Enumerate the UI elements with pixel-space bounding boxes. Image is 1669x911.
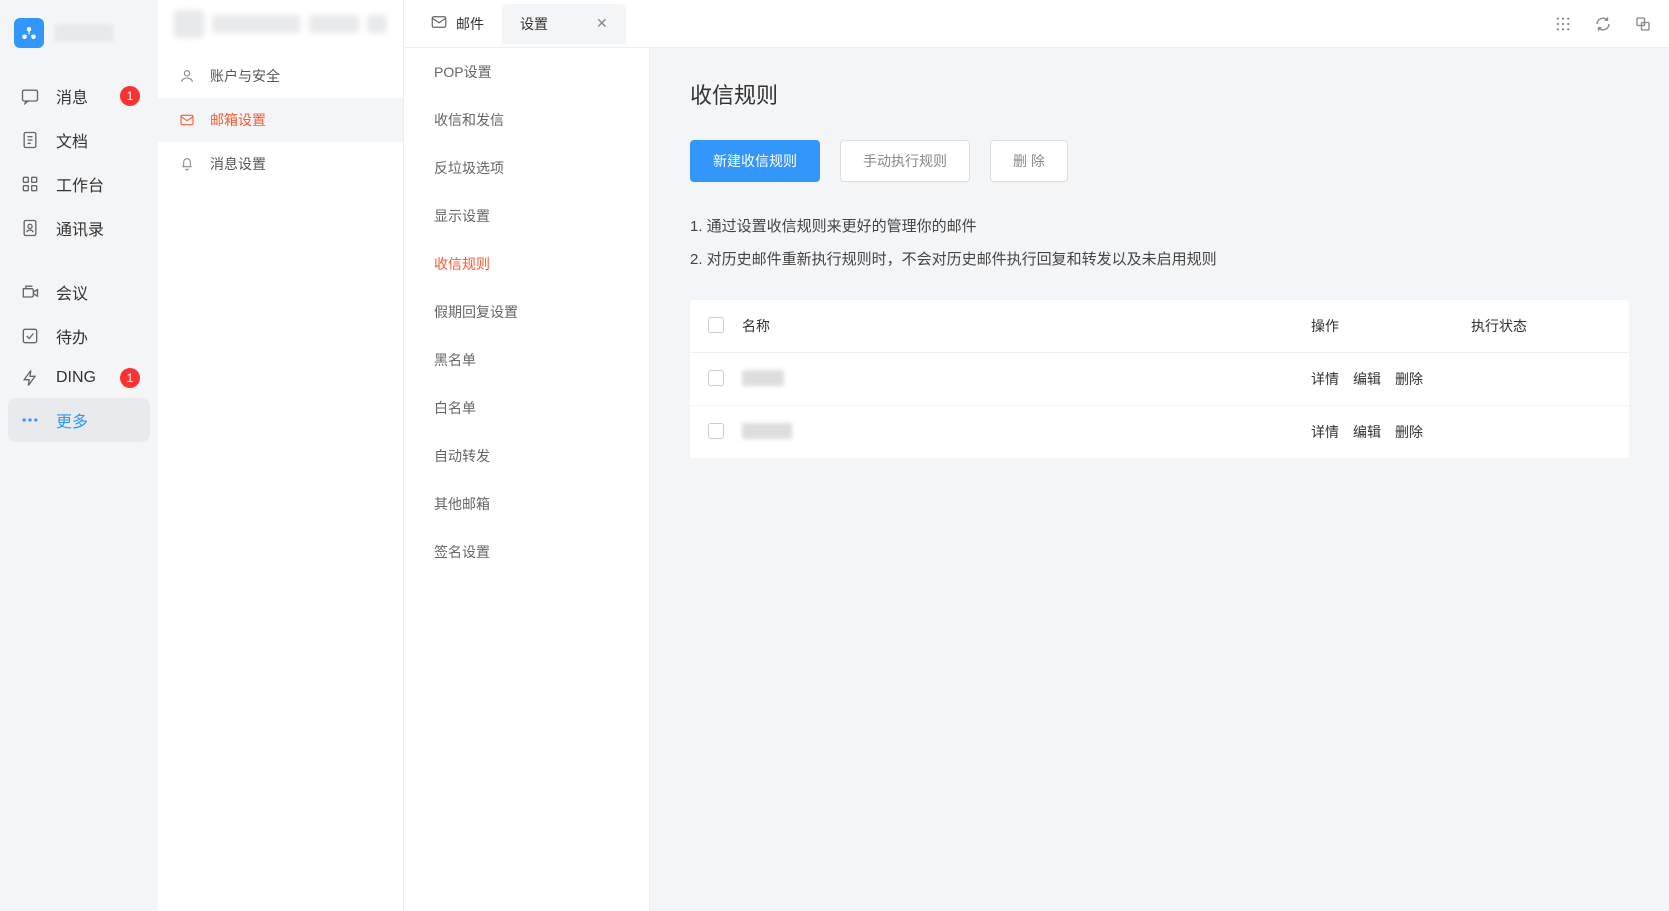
settings-nav: 账户与安全 邮箱设置 消息设置 xyxy=(158,0,404,911)
rule-name xyxy=(742,370,1311,389)
more-icon xyxy=(20,410,40,430)
primary-nav: 消息 1 文档 工作台 通讯录 会议 待办 DING 1 更多 xyxy=(0,0,158,911)
detail-link[interactable]: 详情 xyxy=(1311,422,1339,442)
nav-label: 会议 xyxy=(56,280,88,304)
contacts-icon xyxy=(20,218,40,238)
tab-mail[interactable]: 邮件 xyxy=(412,3,502,44)
settings-label: 账户与安全 xyxy=(210,66,280,86)
app-logo[interactable] xyxy=(0,10,158,56)
settings-notifications[interactable]: 消息设置 xyxy=(158,142,403,186)
nav-more[interactable]: 更多 xyxy=(8,398,150,442)
delete-link[interactable]: 删除 xyxy=(1395,422,1423,442)
col-name-header: 名称 xyxy=(742,316,1311,336)
edit-link[interactable]: 编辑 xyxy=(1353,422,1381,442)
nav-contacts[interactable]: 通讯录 xyxy=(0,206,158,250)
top-actions xyxy=(1553,14,1653,34)
mail-setting-whitelist[interactable]: 白名单 xyxy=(404,384,649,432)
mail-setting-spam[interactable]: 反垃圾选项 xyxy=(404,144,649,192)
tab-bar: 邮件 设置 ✕ xyxy=(404,0,1669,48)
mail-setting-signature[interactable]: 签名设置 xyxy=(404,528,649,576)
nav-label: 待办 xyxy=(56,324,88,348)
mail-setting-display[interactable]: 显示设置 xyxy=(404,192,649,240)
select-all-checkbox[interactable] xyxy=(708,317,724,333)
apps-icon[interactable] xyxy=(1553,14,1573,34)
nav-label: 工作台 xyxy=(56,172,104,196)
delete-link[interactable]: 删除 xyxy=(1395,369,1423,389)
action-buttons: 新建收信规则 手动执行规则 删 除 xyxy=(690,140,1629,182)
col-status-header: 执行状态 xyxy=(1471,316,1611,336)
close-icon[interactable]: ✕ xyxy=(596,15,608,32)
grid-icon xyxy=(20,174,40,194)
mail-setting-pop[interactable]: POP设置 xyxy=(404,48,649,96)
ding-badge: 1 xyxy=(120,368,140,388)
main-content: 收信规则 新建收信规则 手动执行规则 删 除 1. 通过设置收信规则来更好的管理… xyxy=(650,48,1669,911)
bell-icon xyxy=(178,155,196,173)
mail-setting-autoforward[interactable]: 自动转发 xyxy=(404,432,649,480)
settings-account[interactable]: 账户与安全 xyxy=(158,54,403,98)
settings-header xyxy=(158,0,403,48)
settings-label: 消息设置 xyxy=(210,154,266,174)
desc-line: 2. 对历史邮件重新执行规则时，不会对历史邮件执行回复和转发以及未启用规则 xyxy=(690,243,1629,276)
nav-label: 消息 xyxy=(56,84,88,108)
row-checkbox[interactable] xyxy=(708,423,724,439)
tab-label: 设置 xyxy=(520,14,548,34)
mail-setting-receive-rules[interactable]: 收信规则 xyxy=(404,240,649,288)
nav-meeting[interactable]: 会议 xyxy=(0,270,158,314)
tab-label: 邮件 xyxy=(456,14,484,34)
nav-docs[interactable]: 文档 xyxy=(0,118,158,162)
nav-label: 文档 xyxy=(56,128,88,152)
nav-label: 更多 xyxy=(56,408,88,432)
messages-badge: 1 xyxy=(120,86,140,106)
bolt-icon xyxy=(20,368,40,388)
manual-execute-button[interactable]: 手动执行规则 xyxy=(840,140,970,182)
table-row: 详情 编辑 删除 xyxy=(690,353,1629,406)
table-header: 名称 操作 执行状态 xyxy=(690,300,1629,353)
envelope-icon xyxy=(430,13,448,34)
settings-mail[interactable]: 邮箱设置 xyxy=(158,98,403,142)
nav-ding[interactable]: DING 1 xyxy=(0,358,158,398)
mail-setting-sendreceive[interactable]: 收信和发信 xyxy=(404,96,649,144)
mail-settings-nav: POP设置 收信和发信 反垃圾选项 显示设置 收信规则 假期回复设置 黑名单 白… xyxy=(404,48,650,911)
video-icon xyxy=(20,282,40,302)
description: 1. 通过设置收信规则来更好的管理你的邮件 2. 对历史邮件重新执行规则时，不会… xyxy=(690,210,1629,276)
nav-todo[interactable]: 待办 xyxy=(0,314,158,358)
table-row: 详情 编辑 删除 xyxy=(690,406,1629,459)
mail-setting-othermail[interactable]: 其他邮箱 xyxy=(404,480,649,528)
doc-icon xyxy=(20,130,40,150)
edit-link[interactable]: 编辑 xyxy=(1353,369,1381,389)
popout-icon[interactable] xyxy=(1633,14,1653,34)
nav-label: 通讯录 xyxy=(56,216,104,240)
mail-setting-vacation[interactable]: 假期回复设置 xyxy=(404,288,649,336)
row-checkbox[interactable] xyxy=(708,370,724,386)
col-ops-header: 操作 xyxy=(1311,316,1471,336)
detail-link[interactable]: 详情 xyxy=(1311,369,1339,389)
delete-button[interactable]: 删 除 xyxy=(990,140,1068,182)
rule-name xyxy=(742,423,1311,442)
desc-line: 1. 通过设置收信规则来更好的管理你的邮件 xyxy=(690,210,1629,243)
page-title: 收信规则 xyxy=(690,78,1629,110)
nav-messages[interactable]: 消息 1 xyxy=(0,74,158,118)
logo-text xyxy=(54,24,114,42)
mail-icon xyxy=(178,111,196,129)
mail-setting-blacklist[interactable]: 黑名单 xyxy=(404,336,649,384)
refresh-icon[interactable] xyxy=(1593,14,1613,34)
rules-table: 名称 操作 执行状态 详情 编辑 删除 xyxy=(690,300,1629,459)
new-rule-button[interactable]: 新建收信规则 xyxy=(690,140,820,182)
nav-workspace[interactable]: 工作台 xyxy=(0,162,158,206)
todo-icon xyxy=(20,326,40,346)
logo-icon xyxy=(14,18,44,48)
chat-icon xyxy=(20,86,40,106)
user-icon xyxy=(178,67,196,85)
settings-label: 邮箱设置 xyxy=(210,110,266,130)
nav-label: DING xyxy=(56,369,96,387)
tab-settings[interactable]: 设置 ✕ xyxy=(502,4,626,44)
